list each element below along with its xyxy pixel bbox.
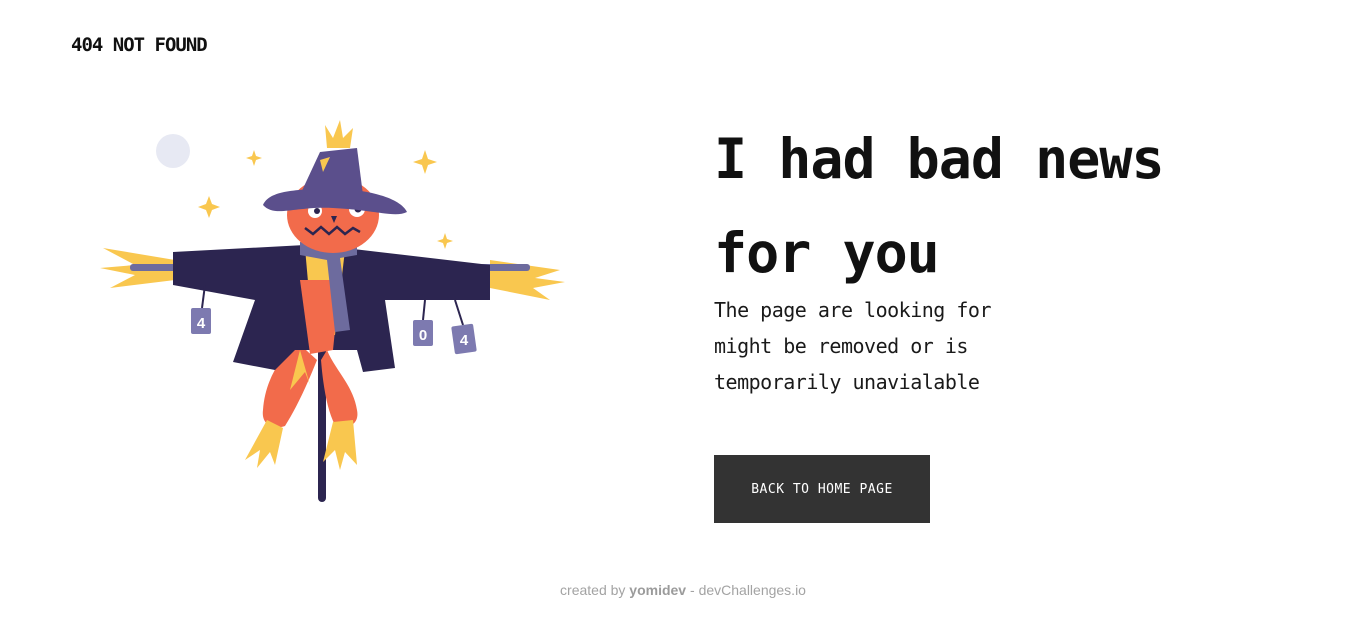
back-to-home-button[interactable]: BACK TO HOME PAGE <box>714 455 930 523</box>
footer-prefix: created by <box>560 582 626 598</box>
scarecrow-illustration: 4 0 4 <box>100 120 565 502</box>
footer-site-link[interactable]: devChallenges.io <box>699 582 806 598</box>
footer-author-link[interactable]: yomidev <box>629 582 686 598</box>
svg-text:4: 4 <box>197 315 206 332</box>
svg-text:4: 4 <box>460 332 469 349</box>
page-headline: I had bad news for you <box>714 127 1165 285</box>
footer: created by yomidev - devChallenges.io <box>0 582 1366 598</box>
footer-separator: - <box>690 582 695 598</box>
hat <box>263 120 407 215</box>
moon-icon <box>156 134 190 168</box>
error-message: The page are looking for might be remove… <box>714 298 991 394</box>
brand-logo: 404 NOT FOUND <box>71 34 208 56</box>
svg-text:0: 0 <box>419 327 427 344</box>
